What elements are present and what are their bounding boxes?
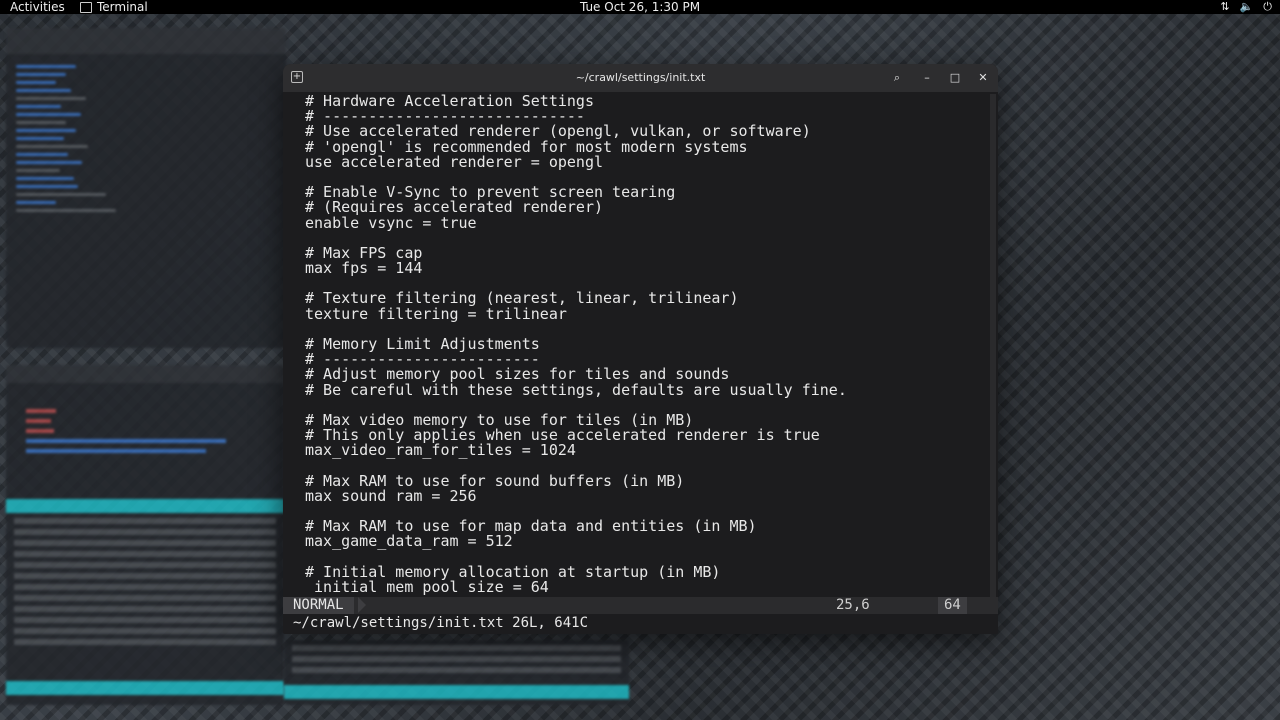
editor-line[interactable]: # Max FPS cap [305,246,985,261]
background-htop-footer [6,681,284,695]
editor-line[interactable]: max_fps = 144 [305,261,985,276]
editor-line[interactable]: # Max RAM to use for map data and entiti… [305,519,985,534]
system-tray[interactable]: ⇅ 🔈 ⏻ [1220,0,1272,14]
background-row [292,667,621,673]
volume-icon: 🔈 [1239,0,1254,13]
background-htop-row [14,529,276,535]
editor-line[interactable]: # Texture filtering (nearest, linear, tr… [305,291,985,306]
background-htop-row [14,573,276,579]
editor-line[interactable] [305,459,985,474]
editor-line[interactable]: # This only applies when use_accelerated… [305,428,985,443]
clock-container: Tue Oct 26, 1:30 PM [0,0,1280,14]
background-htop-row [14,617,276,623]
power-icon: ⏻ [1263,0,1272,13]
background-cpu-meters [6,383,284,469]
editor-line[interactable] [305,398,985,413]
editor-line[interactable] [305,322,985,337]
background-titlebar [6,28,286,54]
vim-command-line[interactable]: ~/crawl/settings/init.txt 26L, 641C [293,615,588,631]
editor-line[interactable] [305,550,985,565]
maximize-button[interactable]: □ [947,70,963,86]
editor-line[interactable] [305,504,985,519]
vim-editor-buffer[interactable]: # Hardware Acceleration Settings # ------… [305,94,985,599]
editor-line[interactable]: # Be careful with these settings, defaul… [305,383,985,398]
background-htop-row [14,562,276,568]
editor-line[interactable]: texture_filtering = trilinear [305,307,985,322]
background-row [292,656,621,662]
clock[interactable]: Tue Oct 26, 1:30 PM [580,0,700,14]
background-htop-row [14,518,276,524]
background-htop-row [14,540,276,546]
editor-line[interactable]: # Max video memory to use for tiles (in … [305,413,985,428]
editor-line[interactable] [305,231,985,246]
scrollbar[interactable] [990,94,996,599]
minimize-button[interactable]: – [919,70,935,86]
editor-line[interactable]: # Memory Limit Adjustments [305,337,985,352]
background-htop-row [14,628,276,634]
close-button[interactable]: ✕ [975,70,991,86]
editor-line[interactable]: # Adjust memory pool sizes for tiles and… [305,367,985,382]
background-htop-row [14,551,276,557]
editor-line[interactable]: initial_mem_pool_size = 64 [305,580,985,595]
editor-line[interactable]: # Hardware Acceleration Settings [305,94,985,109]
editor-line[interactable]: # Use accelerated renderer (opengl, vulk… [305,124,985,139]
background-htop-row [14,595,276,601]
cursor-position: 25,6 [836,597,870,613]
editor-line[interactable]: max_video_ram_for_tiles = 1024 [305,443,985,458]
background-file-window [6,28,286,348]
editor-line[interactable]: # (Requires accelerated renderer) [305,200,985,215]
background-htop-titlebar [6,365,284,383]
background-bottom-window [284,640,629,705]
editor-line[interactable] [305,170,985,185]
scroll-percent: 64 [938,597,967,614]
editor-line[interactable]: # 'opengl' is recommended for most moder… [305,140,985,155]
background-row [292,645,621,651]
editor-line[interactable]: max_game_data_ram = 512 [305,534,985,549]
background-htop-row [14,584,276,590]
terminal-window[interactable]: + ~/crawl/settings/init.txt ⌕ – □ ✕ # Ha… [283,64,998,634]
top-bar: Activities Terminal Tue Oct 26, 1:30 PM … [0,0,1280,14]
background-bottom-footer [284,685,629,699]
editor-line[interactable]: # Max RAM to use for sound buffers (in M… [305,474,985,489]
background-htop-row [14,639,276,645]
window-titlebar[interactable]: + ~/crawl/settings/init.txt ⌕ – □ ✕ [283,64,998,92]
vim-mode-indicator: NORMAL [283,597,354,614]
background-htop-window [6,365,284,705]
background-htop-row [14,606,276,612]
editor-line[interactable]: # ------------------------ [305,352,985,367]
network-icon: ⇅ [1220,0,1230,13]
editor-line[interactable]: # Initial memory allocation at startup (… [305,565,985,580]
mode-separator [358,597,366,613]
editor-line[interactable]: use_accelerated_renderer = opengl [305,155,985,170]
editor-line[interactable]: # ----------------------------- [305,109,985,124]
search-icon[interactable]: ⌕ [889,70,905,86]
editor-line[interactable]: enable_vsync = true [305,216,985,231]
background-htop-header [6,499,284,513]
editor-line[interactable] [305,276,985,291]
editor-line[interactable]: max_sound_ram = 256 [305,489,985,504]
editor-line[interactable]: # Enable V-Sync to prevent screen tearin… [305,185,985,200]
background-file-list [6,54,286,223]
vim-statusline: NORMAL 25,6 64 [283,597,998,614]
